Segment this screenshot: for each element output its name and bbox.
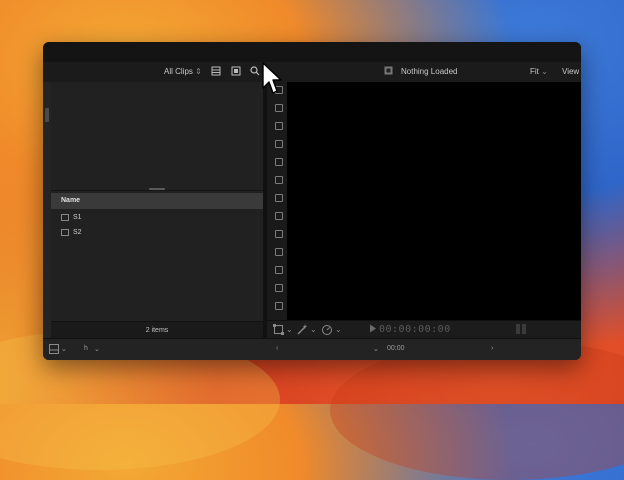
sidebar-grip[interactable] xyxy=(45,108,49,122)
name-column-header[interactable]: Name xyxy=(51,193,263,209)
filmstrip-frame xyxy=(275,212,283,220)
chevron-down-icon[interactable]: ⌄ xyxy=(373,345,379,353)
viewer-title: Nothing Loaded xyxy=(401,67,458,76)
timeline-time: 00:00 xyxy=(387,345,405,352)
browser-footer: 2 items xyxy=(51,321,263,339)
zoom-dropdown[interactable]: Fit ⌄ xyxy=(530,67,548,76)
zoom-label: Fit xyxy=(530,67,539,76)
search-icon[interactable] xyxy=(250,66,260,78)
filmstrip-frame xyxy=(275,194,283,202)
viewer-controls: ⌄ ⌄ ⌄ 00:00:00:00 xyxy=(267,320,581,339)
transform-icon[interactable] xyxy=(273,324,284,337)
chevron-down-icon[interactable]: ⌄ xyxy=(94,345,100,353)
clip-appearance-icon[interactable] xyxy=(231,66,241,78)
magic-wand-icon[interactable] xyxy=(297,324,308,337)
item-count: 2 items xyxy=(145,327,169,334)
chevron-updown-icon: ⇕ xyxy=(195,67,202,76)
filmstrip-frame xyxy=(275,158,283,166)
chevron-down-icon[interactable]: ⌄ xyxy=(310,325,317,334)
h-label: h xyxy=(84,345,88,352)
filmstrip-frame xyxy=(275,302,283,310)
toolbar: All Clips ⇕ Nothing Loaded Fit ⌄ View xyxy=(43,62,581,83)
list-item[interactable]: S1 xyxy=(51,210,263,225)
mouse-cursor-icon xyxy=(262,62,282,94)
viewer-empty-icon xyxy=(384,66,393,77)
chevron-down-icon[interactable]: ⌄ xyxy=(335,325,342,334)
clip-icon xyxy=(61,214,69,221)
clip-icon xyxy=(61,229,69,236)
all-clips-dropdown[interactable]: All Clips ⇕ xyxy=(164,67,202,76)
chevron-left-icon[interactable]: ‹ xyxy=(276,345,278,352)
filmstrip-frame xyxy=(275,248,283,256)
play-icon[interactable] xyxy=(369,324,377,335)
list-item[interactable]: S2 xyxy=(51,225,263,240)
sidebar-strip xyxy=(43,82,51,338)
filmstrip-frame xyxy=(275,266,283,274)
chevron-down-icon: ⌄ xyxy=(541,67,548,76)
filmstrip-frame xyxy=(275,122,283,130)
clip-label: S1 xyxy=(73,214,82,221)
title-bar[interactable] xyxy=(43,42,581,62)
all-clips-label: All Clips xyxy=(164,67,193,76)
chevron-down-icon[interactable]: ⌄ xyxy=(61,345,67,353)
browser-resize-handle[interactable] xyxy=(149,188,165,190)
filmstrip-column xyxy=(267,82,287,320)
filmstrip-frame xyxy=(275,176,283,184)
filmstrip-frame xyxy=(275,284,283,292)
filmstrip-icon[interactable] xyxy=(211,66,221,78)
browser-panel: Name S1 S2 2 items xyxy=(51,82,263,339)
name-column-label: Name xyxy=(61,197,81,204)
timeline-layout-icon[interactable] xyxy=(49,344,59,356)
filmstrip-frame xyxy=(275,104,283,112)
filmstrip-frame xyxy=(275,140,283,148)
chevron-right-icon[interactable]: › xyxy=(491,345,493,352)
view-menu[interactable]: View xyxy=(562,67,579,76)
viewer-canvas[interactable] xyxy=(287,82,581,320)
fullscreen-icon[interactable] xyxy=(515,323,527,337)
filmstrip-frame xyxy=(275,230,283,238)
chevron-down-icon[interactable]: ⌄ xyxy=(286,325,293,334)
app-window: All Clips ⇕ Nothing Loaded Fit ⌄ View Na… xyxy=(43,42,581,360)
timeline-bar: ⌄ h ⌄ ‹ ⌄ 00:00 › xyxy=(43,338,581,360)
browser-library-area xyxy=(51,82,263,191)
timecode-display[interactable]: 00:00:00:00 xyxy=(379,324,451,335)
clip-label: S2 xyxy=(73,229,82,236)
speed-icon[interactable] xyxy=(321,324,333,337)
